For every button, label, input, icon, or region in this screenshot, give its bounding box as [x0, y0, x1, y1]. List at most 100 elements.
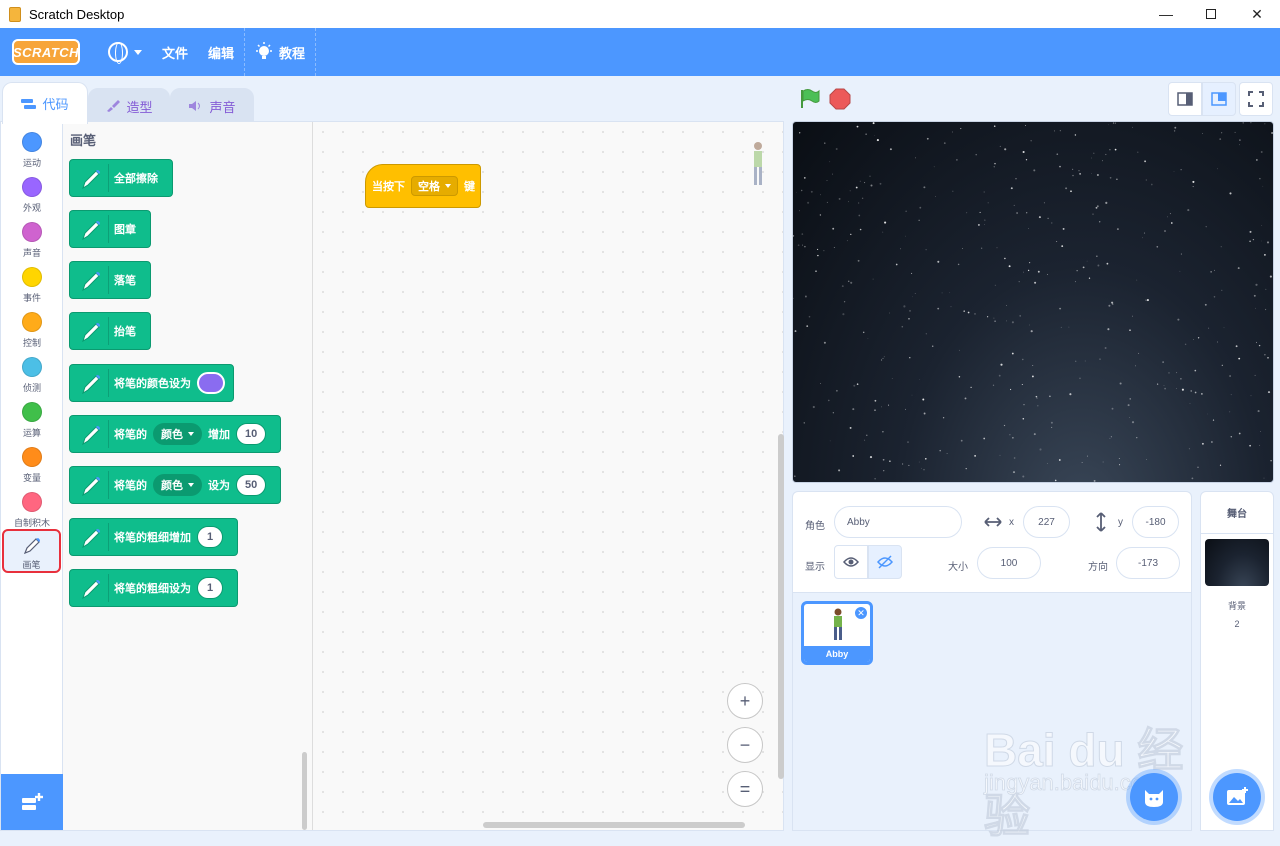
block-change-pen-param[interactable]: 将笔的 颜色 增加 10: [69, 415, 281, 453]
zoom-reset-button[interactable]: =: [727, 771, 763, 807]
block-text: 全部擦除: [114, 170, 158, 186]
zoom-in-button[interactable]: +: [727, 683, 763, 719]
star: [1221, 290, 1222, 291]
block-set-pen-size[interactable]: 将笔的粗细设为 1: [69, 569, 238, 607]
tab-sounds[interactable]: 声音: [170, 88, 254, 124]
x-input[interactable]: 227: [1023, 506, 1070, 538]
sprite-tile-abby[interactable]: ✕ Abby: [801, 601, 873, 665]
star: [809, 316, 811, 318]
window-titlebar: Scratch Desktop — ✕: [0, 0, 1280, 28]
tab-code[interactable]: 代码: [2, 82, 88, 124]
star: [795, 330, 797, 332]
maximize-button[interactable]: [1188, 0, 1234, 28]
star: [1060, 130, 1061, 131]
star: [907, 441, 908, 442]
block-pen-down[interactable]: 落笔: [69, 261, 151, 299]
pen-param-dropdown[interactable]: 颜色: [153, 474, 202, 496]
minimize-button[interactable]: —: [1143, 0, 1189, 28]
tutorials-menu[interactable]: 教程: [245, 28, 315, 76]
hide-sprite-button[interactable]: [868, 545, 902, 579]
star: [1022, 384, 1023, 385]
direction-input[interactable]: -173: [1116, 547, 1180, 579]
star: [962, 248, 963, 249]
star: [1075, 361, 1076, 362]
category-variables[interactable]: 变量: [1, 441, 63, 486]
star: [909, 310, 911, 312]
sprite-thumbnail-icon: [749, 140, 767, 190]
star: [1259, 445, 1260, 446]
category-operators[interactable]: 运算: [1, 396, 63, 441]
language-menu[interactable]: [98, 28, 152, 76]
star: [932, 345, 933, 346]
size-input[interactable]: 100: [977, 547, 1041, 579]
star: [1085, 361, 1086, 362]
workspace-vertical-scrollbar[interactable]: [778, 434, 784, 779]
small-stage-button[interactable]: [1168, 82, 1202, 116]
file-menu[interactable]: 文件: [152, 28, 198, 76]
star: [1012, 321, 1014, 323]
pen-icon: [78, 217, 104, 243]
close-window-button[interactable]: ✕: [1234, 0, 1280, 28]
star: [820, 194, 821, 195]
when-key-pressed-block[interactable]: 当按下 空格 键: [365, 164, 481, 208]
category-sound[interactable]: 声音: [1, 216, 63, 261]
pen-param-dropdown[interactable]: 颜色: [153, 423, 202, 445]
number-input[interactable]: 10: [236, 423, 266, 445]
tab-costumes[interactable]: 造型: [88, 88, 170, 124]
fullscreen-button[interactable]: [1239, 82, 1273, 116]
block-change-pen-size[interactable]: 将笔的粗细增加 1: [69, 518, 238, 556]
block-stamp[interactable]: 图章: [69, 210, 151, 248]
star: [1087, 456, 1088, 457]
stop-button[interactable]: [829, 88, 851, 110]
star: [1258, 410, 1260, 412]
block-set-pen-param[interactable]: 将笔的 颜色 设为 50: [69, 466, 281, 504]
choose-backdrop-button[interactable]: [1213, 773, 1261, 821]
delete-sprite-button[interactable]: ✕: [854, 606, 868, 620]
category-sensing[interactable]: 侦测: [1, 351, 63, 396]
star: [942, 292, 943, 293]
stage-canvas[interactable]: [792, 121, 1274, 483]
number-input[interactable]: 1: [197, 577, 223, 599]
edit-menu[interactable]: 编辑: [198, 28, 244, 76]
pen-icon: [78, 473, 104, 499]
eye-hidden-icon: [877, 555, 893, 569]
workspace-horizontal-scrollbar[interactable]: [483, 822, 745, 828]
star: [1176, 372, 1177, 373]
normal-stage-button[interactable]: [1202, 82, 1236, 116]
category-my-blocks[interactable]: 自制积木: [1, 486, 63, 531]
block-clear[interactable]: 全部擦除: [69, 159, 173, 197]
green-flag-button[interactable]: [798, 88, 820, 110]
number-input[interactable]: 1: [197, 526, 223, 548]
star: [1255, 375, 1256, 376]
y-input[interactable]: -180: [1132, 506, 1179, 538]
star: [1032, 365, 1033, 366]
category-control[interactable]: 控制: [1, 306, 63, 351]
category-looks[interactable]: 外观: [1, 171, 63, 216]
star: [1136, 437, 1137, 438]
choose-sprite-button[interactable]: [1130, 773, 1178, 821]
show-sprite-button[interactable]: [834, 545, 868, 579]
scratch-logo[interactable]: SCRATCH: [12, 39, 80, 65]
color-picker-input[interactable]: [197, 372, 225, 394]
category-motion[interactable]: 运动: [1, 126, 63, 171]
category-events[interactable]: 事件: [1, 261, 63, 306]
category-pen[interactable]: 画笔: [2, 529, 61, 573]
backdrops-label: 背景: [1201, 599, 1273, 612]
zoom-out-button[interactable]: −: [727, 727, 763, 763]
key-dropdown[interactable]: 空格: [411, 176, 458, 196]
star: [1229, 375, 1231, 377]
palette-scrollbar[interactable]: [302, 752, 307, 830]
sprite-name-input[interactable]: Abby: [834, 506, 962, 538]
script-workspace[interactable]: 当按下 空格 键 + − =: [313, 122, 783, 830]
block-set-pen-color[interactable]: 将笔的颜色设为: [69, 364, 234, 402]
block-pen-up[interactable]: 抬笔: [69, 312, 151, 350]
block-text: 当按下: [372, 178, 405, 194]
add-extension-button[interactable]: [1, 774, 63, 830]
star: [1151, 184, 1153, 186]
number-input[interactable]: 50: [236, 474, 266, 496]
show-label: 显示: [805, 558, 825, 573]
star: [873, 122, 875, 124]
star: [1181, 254, 1182, 255]
category-label: 外观: [23, 201, 41, 214]
star: [1077, 270, 1078, 271]
